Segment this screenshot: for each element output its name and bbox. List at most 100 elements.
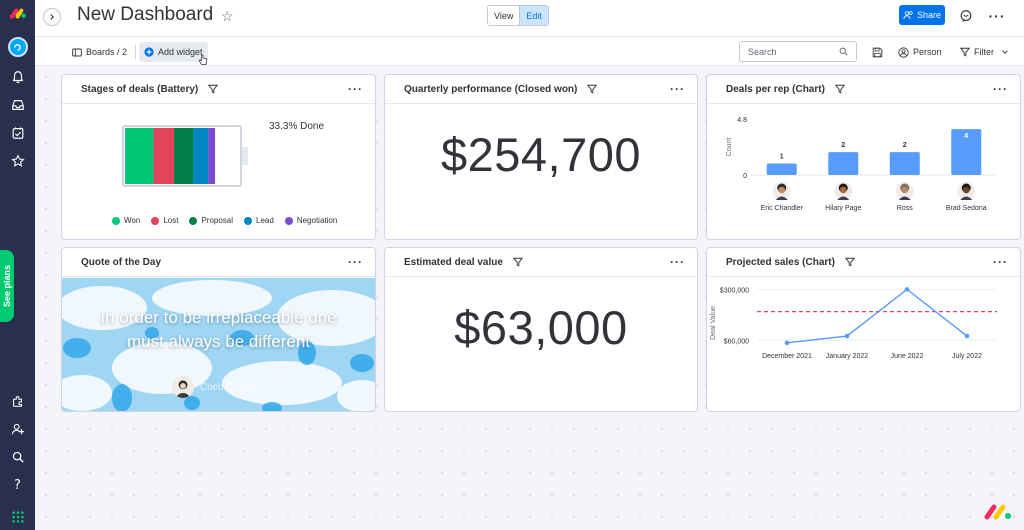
legend-label: Lead [256, 216, 274, 225]
quote-text: In order to be irreplaceable one must al… [62, 306, 375, 354]
favorite-star-icon[interactable]: ☆ [221, 8, 234, 25]
widget-title[interactable]: Projected sales (Chart) [726, 257, 835, 268]
projected-line-chart: Deal Value $300,000 $60,000 December 2021 Ja… [710, 287, 997, 360]
filter-funnel-icon[interactable] [834, 84, 845, 94]
legend-label: Negotiation [296, 216, 338, 225]
monday-logo-icon[interactable] [5, 3, 30, 25]
x-tick-label: Ross [897, 205, 913, 212]
widget-menu-icon[interactable]: ··· [670, 255, 685, 269]
page-title[interactable]: New Dashboard [77, 4, 213, 26]
bar-value-label: 2 [903, 142, 907, 149]
legend-dot [189, 216, 198, 225]
filter-funnel-icon[interactable] [587, 84, 598, 94]
boards-selector[interactable]: Boards / 2 [72, 42, 127, 62]
save-view-icon[interactable] [869, 44, 885, 60]
y-tick-label: $300,000 [720, 287, 749, 294]
rep-avatar [895, 182, 914, 200]
apps-grid-icon[interactable] [5, 506, 30, 528]
legend-item: Negotiation [284, 216, 338, 225]
rep-avatar [772, 182, 791, 200]
y-axis-label: Deal Value [710, 306, 717, 340]
widget-projected-sales[interactable]: Projected sales (Chart) ··· Deal Value $3… [706, 247, 1021, 412]
filter-button[interactable]: Filter [960, 42, 1009, 62]
widget-quarterly-performance[interactable]: Quarterly performance (Closed won) ··· $… [384, 74, 698, 240]
apps-puzzle-icon[interactable] [5, 390, 30, 412]
filter-label: Filter [974, 47, 994, 57]
legend-dot [151, 216, 160, 225]
x-tick-label: Brad Sedona [946, 205, 987, 212]
x-tick-label: January 2022 [826, 353, 869, 360]
quote-line-1: In order to be irreplaceable one [100, 308, 337, 327]
person-filter-button[interactable]: Person [898, 42, 942, 62]
more-options-icon[interactable]: ··· [989, 8, 1005, 24]
battery-segment [153, 128, 175, 184]
favorites-star-icon[interactable] [5, 150, 30, 172]
widget-menu-icon[interactable]: ··· [670, 82, 685, 96]
widget-title[interactable]: Stages of deals (Battery) [81, 84, 198, 95]
help-icon[interactable]: ? [5, 474, 30, 496]
legend-label: Lost [163, 216, 179, 225]
see-plans-button[interactable]: See plans [0, 250, 14, 322]
legend-item: Lead [244, 216, 274, 225]
battery-bar [122, 125, 248, 187]
plus-circle-icon [144, 47, 154, 57]
bar [766, 163, 797, 175]
filter-funnel-icon[interactable] [844, 257, 855, 267]
widget-menu-icon[interactable]: ··· [348, 82, 363, 96]
widget-header: Projected sales (Chart) ··· [707, 248, 1020, 277]
expand-sidebar-button[interactable] [43, 8, 61, 26]
widget-battery[interactable]: Stages of deals (Battery) ··· 33.3% Done… [61, 74, 376, 240]
legend-item: Won [112, 216, 140, 225]
updates-chat-icon[interactable] [958, 8, 974, 24]
view-mode-button[interactable]: View [488, 6, 520, 25]
legend-dot [284, 216, 293, 225]
left-rail: See plans ? [0, 0, 35, 530]
data-point [784, 340, 790, 346]
x-tick-label: Eric Chandler [761, 205, 804, 212]
share-button[interactable]: Share [899, 5, 945, 25]
rep-avatar [957, 182, 976, 200]
monday-brand-logo [984, 504, 1011, 520]
data-point [844, 333, 850, 339]
widget-title[interactable]: Quote of the Day [81, 257, 161, 268]
share-label: Share [916, 10, 942, 20]
widget-menu-icon[interactable]: ··· [993, 82, 1008, 96]
widget-menu-icon[interactable]: ··· [993, 255, 1008, 269]
y-tick-label: 0 [743, 173, 747, 180]
bell-icon[interactable] [5, 66, 30, 88]
edit-mode-button[interactable]: Edit [519, 6, 548, 25]
battery-legend: Won Lost Proposal Lead Negotiation [112, 216, 337, 225]
filter-funnel-icon[interactable] [208, 84, 219, 94]
series-line [786, 288, 968, 344]
widget-title[interactable]: Estimated deal value [404, 257, 503, 268]
widget-menu-icon[interactable]: ··· [348, 255, 363, 269]
widget-estimated-deal-value[interactable]: Estimated deal value ··· $63,000 [384, 247, 698, 412]
my-work-icon[interactable] [5, 122, 30, 144]
legend-dot [112, 216, 120, 225]
people-icon [903, 11, 913, 20]
widget-header: Estimated deal value ··· [385, 248, 697, 277]
data-point [904, 287, 910, 292]
x-tick-label: December 2021 [762, 353, 812, 360]
filter-funnel-icon[interactable] [512, 257, 523, 267]
inbox-icon[interactable] [5, 94, 30, 116]
bar-value-label: 4 [964, 133, 968, 140]
widget-title[interactable]: Deals per rep (Chart) [726, 84, 825, 95]
widget-title[interactable]: Quarterly performance (Closed won) [404, 84, 577, 95]
search-icon[interactable] [5, 446, 30, 468]
search-placeholder: Search [748, 46, 777, 57]
data-point [964, 333, 970, 339]
x-tick-label: Hilary Page [825, 205, 861, 212]
author-avatar [172, 376, 194, 398]
workspace-icon[interactable] [5, 36, 30, 58]
battery-tip [242, 147, 248, 165]
y-tick-label: 4.8 [737, 117, 747, 124]
invite-members-icon[interactable] [5, 418, 30, 440]
widget-header: Stages of deals (Battery) ··· [62, 75, 375, 104]
widget-deals-per-rep[interactable]: Deals per rep (Chart) ··· Count 4.8 0 1 Eric… [706, 74, 1021, 240]
search-icon [839, 47, 848, 56]
widget-quote-of-the-day[interactable]: Quote of the Day ··· In order to be irre… [61, 247, 376, 412]
search-input[interactable]: Search [739, 41, 857, 62]
boards-label: Boards / 2 [86, 47, 128, 57]
quote-background-image: In order to be irreplaceable one must al… [62, 278, 375, 411]
